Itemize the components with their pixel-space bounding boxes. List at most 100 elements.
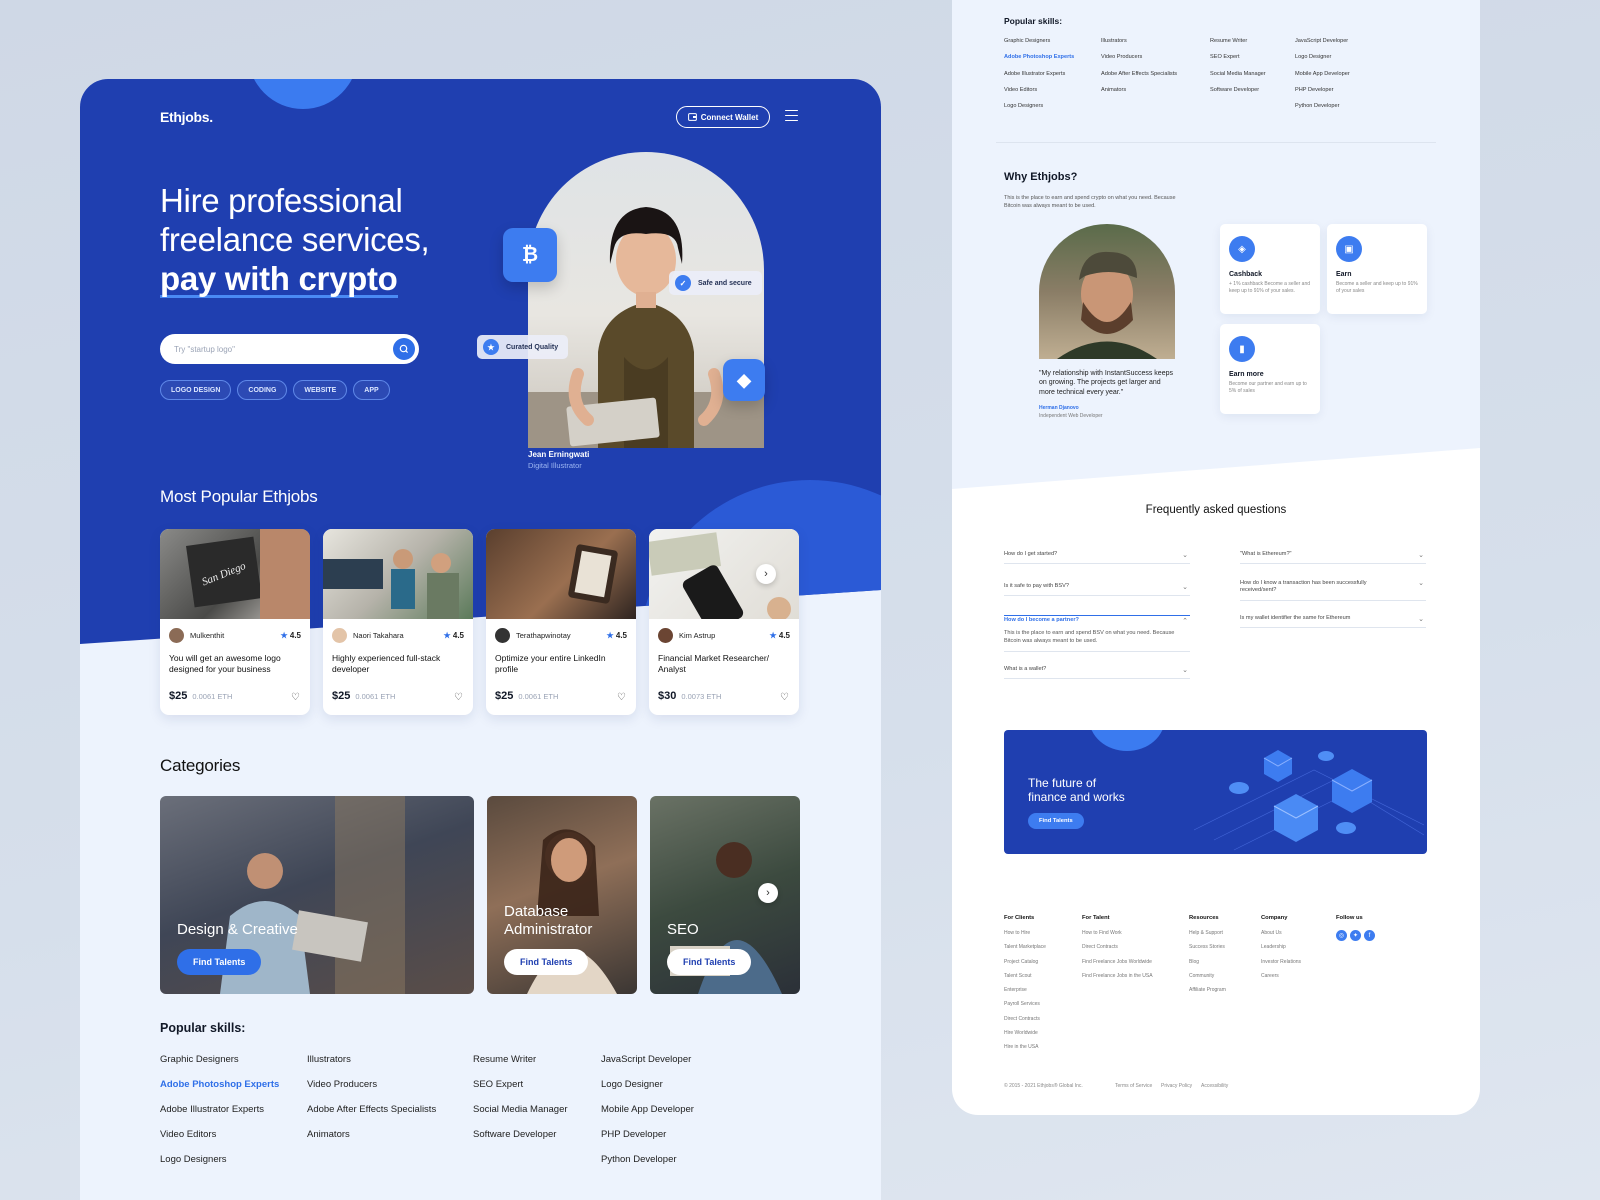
footer-link[interactable]: Direct Contracts xyxy=(1004,1016,1046,1030)
search-input[interactable]: Try "startup logo" xyxy=(160,334,419,364)
facebook-icon[interactable]: f xyxy=(1364,930,1375,941)
footer-link[interactable]: Enterprise xyxy=(1004,987,1046,1001)
skill-link[interactable]: Logo Designer xyxy=(1295,54,1350,70)
hamburger-icon[interactable] xyxy=(785,110,798,122)
skill-link[interactable]: Logo Designers xyxy=(160,1154,279,1179)
footer-link[interactable]: Talent Scout xyxy=(1004,973,1046,987)
skill-link-active[interactable]: Adobe Photoshop Experts xyxy=(160,1079,279,1104)
faq-item[interactable]: How do I know a transaction has been suc… xyxy=(1240,580,1426,601)
find-talents-button[interactable]: Find Talents xyxy=(667,949,752,975)
seller-name[interactable]: Kim Astrup xyxy=(679,631,715,640)
footer-link[interactable]: Find Freelance Jobs Worldwide xyxy=(1082,959,1153,973)
heart-icon[interactable]: ♡ xyxy=(780,692,789,703)
footer-link[interactable]: How to Find Work xyxy=(1082,930,1153,944)
faq-item[interactable]: Is my wallet identifier the same for Eth… xyxy=(1240,615,1426,628)
tag-website[interactable]: WEBSITE xyxy=(293,380,348,400)
category-card[interactable]: Design & Creative Find Talents xyxy=(160,796,474,994)
skill-link[interactable]: Software Developer xyxy=(1210,87,1266,103)
twitter-icon[interactable]: ✦ xyxy=(1350,930,1361,941)
skill-link[interactable]: PHP Developer xyxy=(1295,87,1350,103)
footer-link[interactable]: Success Stories xyxy=(1189,944,1226,958)
footer-link[interactable]: Blog xyxy=(1189,959,1226,973)
job-title[interactable]: Financial Market Researcher/ Analyst xyxy=(658,653,788,675)
faq-item[interactable]: "What is Ethereum?" ⌄ xyxy=(1240,551,1426,564)
footer-link[interactable]: Affiliate Program xyxy=(1189,987,1226,1001)
skill-link[interactable]: Video Producers xyxy=(307,1079,436,1104)
heart-icon[interactable]: ♡ xyxy=(454,692,463,703)
skill-link-active[interactable]: Adobe Photoshop Experts xyxy=(1004,54,1074,70)
skill-link[interactable]: SEO Expert xyxy=(473,1079,568,1104)
skill-link[interactable]: Graphic Designers xyxy=(1004,38,1074,54)
footer-link[interactable]: Talent Marketplace xyxy=(1004,944,1046,958)
skill-link[interactable]: Python Developer xyxy=(601,1154,694,1179)
accessibility-link[interactable]: Accessibility xyxy=(1201,1083,1228,1089)
skill-link[interactable]: Graphic Designers xyxy=(160,1054,279,1079)
terms-link[interactable]: Terms of Service xyxy=(1115,1083,1152,1089)
skill-link[interactable]: Video Producers xyxy=(1101,54,1177,70)
footer-link[interactable]: Hire Worldwide xyxy=(1004,1030,1046,1044)
footer-link[interactable]: Project Catalog xyxy=(1004,959,1046,973)
tag-coding[interactable]: CODING xyxy=(237,380,288,400)
connect-wallet-button[interactable]: Connect Wallet xyxy=(676,106,770,128)
skill-link[interactable]: Adobe After Effects Specialists xyxy=(1101,71,1177,87)
seller-name[interactable]: Terathapwinotay xyxy=(516,631,571,640)
find-talents-button[interactable]: Find Talents xyxy=(177,949,262,975)
category-card[interactable]: Database Administrator Find Talents xyxy=(487,796,637,994)
find-talents-button[interactable]: Find Talents xyxy=(504,949,589,975)
footer-link[interactable]: Community xyxy=(1189,973,1226,987)
footer-link[interactable]: Find Freelance Jobs in the USA xyxy=(1082,973,1153,987)
job-title[interactable]: You will get an awesome logo designed fo… xyxy=(169,653,299,675)
faq-item[interactable]: What is a wallet? ⌄ xyxy=(1004,666,1190,679)
skill-link[interactable]: Adobe Illustrator Experts xyxy=(1004,71,1074,87)
faq-item[interactable]: How do I get started? ⌄ xyxy=(1004,551,1190,564)
tag-app[interactable]: APP xyxy=(353,380,390,400)
seller-name[interactable]: Naori Takahara xyxy=(353,631,404,640)
skill-link[interactable]: Resume Writer xyxy=(473,1054,568,1079)
skill-link[interactable]: JavaScript Developer xyxy=(1295,38,1350,54)
skill-link[interactable]: Video Editors xyxy=(160,1129,279,1154)
skill-link[interactable]: Animators xyxy=(1101,87,1177,103)
skill-link[interactable]: Adobe Illustrator Experts xyxy=(160,1104,279,1129)
job-card[interactable]: Terathapwinotay ★ 4.5 Optimize your entir… xyxy=(486,529,636,715)
footer-link[interactable]: Help & Support xyxy=(1189,930,1226,944)
chevron-right-icon[interactable]: › xyxy=(756,564,776,584)
footer-link[interactable]: Investor Relations xyxy=(1261,959,1301,973)
skill-link[interactable]: JavaScript Developer xyxy=(601,1054,694,1079)
chevron-right-icon[interactable]: › xyxy=(758,883,778,903)
skill-link[interactable]: PHP Developer xyxy=(601,1129,694,1154)
heart-icon[interactable]: ♡ xyxy=(617,692,626,703)
skill-link[interactable]: Resume Writer xyxy=(1210,38,1266,54)
job-card[interactable]: Kim Astrup ★ 4.5 Financial Market Researc… xyxy=(649,529,799,715)
skill-link[interactable]: Animators xyxy=(307,1129,436,1154)
skill-link[interactable]: Adobe After Effects Specialists xyxy=(307,1104,436,1129)
footer-link[interactable]: Payroll Services xyxy=(1004,1001,1046,1015)
skill-link[interactable]: Software Developer xyxy=(473,1129,568,1154)
faq-item[interactable]: Is it safe to pay with BSV? ⌄ xyxy=(1004,583,1190,596)
skill-link[interactable]: Illustrators xyxy=(307,1054,436,1079)
instagram-icon[interactable]: ◎ xyxy=(1336,930,1347,941)
seller-name[interactable]: Mulkenthit xyxy=(190,631,224,640)
skill-link[interactable]: Video Editors xyxy=(1004,87,1074,103)
faq-item-open[interactable]: How do I become a partner? ⌃ This is the p… xyxy=(1004,615,1190,652)
category-card[interactable]: SEO Find Talents › xyxy=(650,796,800,994)
job-title[interactable]: Highly experienced full-stack developer xyxy=(332,653,462,675)
skill-link[interactable]: Mobile App Developer xyxy=(601,1104,694,1129)
skill-link[interactable]: Social Media Manager xyxy=(1210,71,1266,87)
job-title[interactable]: Optimize your entire LinkedIn profile xyxy=(495,653,625,675)
job-card[interactable]: San Diego Mulkenthit ★ 4.5 You will get a… xyxy=(160,529,310,715)
skill-link[interactable]: Social Media Manager xyxy=(473,1104,568,1129)
search-button[interactable] xyxy=(393,338,415,360)
footer-link[interactable]: How to Hire xyxy=(1004,930,1046,944)
skill-link[interactable]: SEO Expert xyxy=(1210,54,1266,70)
skill-link[interactable]: Mobile App Developer xyxy=(1295,71,1350,87)
heart-icon[interactable]: ♡ xyxy=(291,692,300,703)
job-card[interactable]: Naori Takahara ★ 4.5 Highly experienced f… xyxy=(323,529,473,715)
footer-link[interactable]: About Us xyxy=(1261,930,1301,944)
footer-link[interactable]: Careers xyxy=(1261,973,1301,987)
find-talents-button[interactable]: Find Talents xyxy=(1028,813,1084,829)
footer-link[interactable]: Hire in the USA xyxy=(1004,1044,1046,1058)
privacy-link[interactable]: Privacy Policy xyxy=(1161,1083,1192,1089)
skill-link[interactable]: Logo Designer xyxy=(601,1079,694,1104)
skill-link[interactable]: Logo Designers xyxy=(1004,103,1074,119)
tag-logo-design[interactable]: LOGO DESIGN xyxy=(160,380,232,400)
